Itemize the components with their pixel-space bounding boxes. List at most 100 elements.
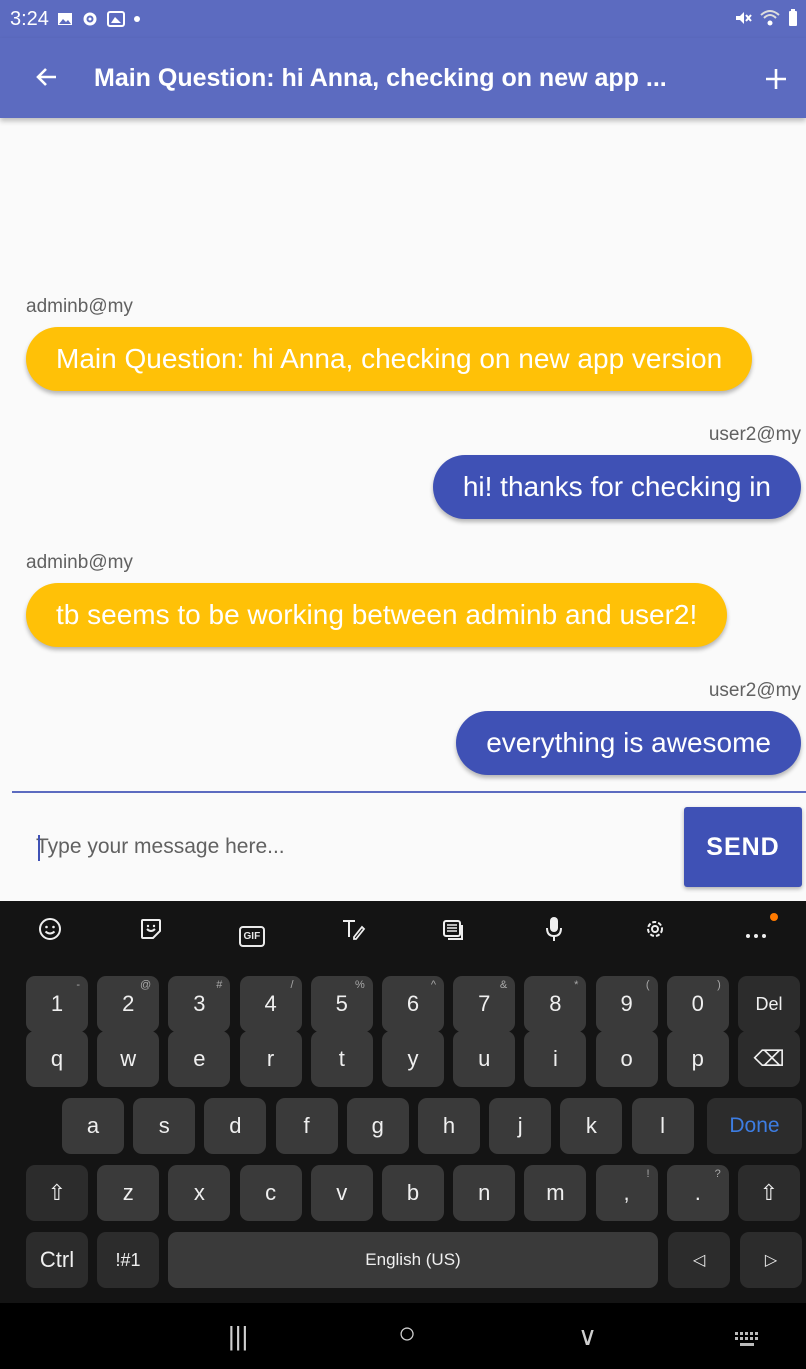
- key-t[interactable]: t: [310, 1031, 373, 1087]
- voice-input-button[interactable]: [504, 916, 605, 949]
- key-k[interactable]: k: [560, 1098, 623, 1154]
- key-p[interactable]: p: [666, 1031, 729, 1087]
- key-label: m: [546, 1180, 565, 1205]
- outgoing-message-bubble[interactable]: hi! thanks for checking in: [432, 455, 801, 519]
- key-h[interactable]: h: [418, 1098, 480, 1154]
- key-symbols[interactable]: !#1: [97, 1232, 159, 1288]
- key-label: g: [371, 1113, 384, 1138]
- add-button[interactable]: [746, 57, 806, 99]
- key-secondary-label: -: [76, 979, 80, 991]
- key-n[interactable]: n: [453, 1165, 516, 1221]
- sticker-button[interactable]: [101, 917, 202, 948]
- key-u[interactable]: u: [453, 1031, 516, 1087]
- sticker-icon: [141, 919, 162, 939]
- key-6[interactable]: 6 ^: [382, 976, 444, 1032]
- key-label: o: [620, 1046, 633, 1071]
- notification-dot: [770, 912, 778, 921]
- key-label: Done: [729, 1114, 780, 1137]
- key-label: .: [694, 1180, 701, 1205]
- key-g[interactable]: g: [346, 1098, 409, 1154]
- key-cursor-right[interactable]: ▷: [740, 1232, 802, 1288]
- incoming-message-bubble[interactable]: Main Question: hi Anna, checking on new …: [26, 327, 753, 391]
- key-r[interactable]: r: [239, 1031, 302, 1087]
- outgoing-message-bubble[interactable]: everything is awesome: [456, 711, 801, 775]
- clipboard-button[interactable]: [403, 917, 504, 948]
- key-a[interactable]: a: [62, 1098, 124, 1154]
- key-8[interactable]: 8 *: [524, 976, 587, 1032]
- key-label: ▷: [764, 1252, 778, 1269]
- key-space[interactable]: English (US): [168, 1232, 658, 1288]
- key-secondary-label: *: [574, 979, 579, 991]
- recents-button[interactable]: |||: [228, 1321, 248, 1352]
- key-label: 4: [264, 991, 277, 1016]
- key-secondary-label: %: [355, 979, 365, 991]
- key-l[interactable]: l: [631, 1098, 694, 1154]
- key-q[interactable]: q: [26, 1031, 88, 1087]
- keyboard-toggle-button[interactable]: [734, 1325, 760, 1356]
- system-nav-bar: ||| ○ ∨: [0, 1303, 806, 1369]
- key-cursor-left[interactable]: ◁: [668, 1232, 730, 1288]
- key-z[interactable]: z: [97, 1165, 160, 1221]
- key-label: p: [691, 1046, 704, 1071]
- key-i[interactable]: i: [524, 1031, 587, 1087]
- key-s[interactable]: s: [133, 1098, 196, 1154]
- key-w[interactable]: w: [97, 1031, 160, 1087]
- key-0[interactable]: 0): [666, 976, 729, 1032]
- key-label: 2: [122, 991, 135, 1016]
- back-button[interactable]: [0, 60, 94, 97]
- message-list[interactable]: adminb@my Main Question: hi Anna, checki…: [0, 118, 806, 792]
- key-9[interactable]: 9(: [595, 976, 658, 1032]
- key-c[interactable]: c: [239, 1165, 302, 1221]
- key-e[interactable]: e: [168, 1031, 231, 1087]
- plus-icon: [766, 69, 786, 89]
- page-title: Main Question: hi Anna, checking on new …: [94, 63, 667, 92]
- key-7[interactable]: 7 &: [453, 976, 516, 1032]
- key-label: v: [336, 1180, 348, 1205]
- send-button[interactable]: SEND: [684, 807, 802, 887]
- key-1[interactable]: 1-: [26, 976, 88, 1032]
- keyboard-settings-button[interactable]: [605, 917, 706, 948]
- key-label: ,: [623, 1180, 630, 1205]
- key-ctrl[interactable]: Ctrl: [26, 1232, 88, 1288]
- key-b[interactable]: b: [382, 1165, 444, 1221]
- gif-button[interactable]: GIF: [202, 918, 303, 947]
- key-label: 3: [193, 991, 206, 1016]
- arrow-left-icon: [36, 67, 56, 86]
- key-label: ⌫: [753, 1046, 785, 1071]
- nav-back-button[interactable]: ∨: [578, 1321, 597, 1352]
- key-done[interactable]: Done: [707, 1098, 802, 1154]
- key-label: y: [407, 1046, 419, 1071]
- incoming-message-bubble[interactable]: tb seems to be working between adminb an…: [26, 583, 728, 647]
- key-period[interactable]: .?: [666, 1165, 729, 1221]
- key-shift-right[interactable]: ⇧: [738, 1165, 800, 1221]
- key-o[interactable]: o: [595, 1031, 658, 1087]
- key-v[interactable]: v: [310, 1165, 373, 1221]
- key-f[interactable]: f: [275, 1098, 338, 1154]
- key-4[interactable]: 4/: [239, 976, 302, 1032]
- status-time: 3:24: [10, 7, 49, 30]
- key-comma[interactable]: ,!: [595, 1165, 658, 1221]
- more-options-button[interactable]: [705, 912, 806, 947]
- key-label: x: [193, 1180, 205, 1205]
- dot-icon: [133, 16, 140, 22]
- battery-icon: [789, 9, 797, 26]
- key-5[interactable]: 5%: [310, 976, 373, 1032]
- key-secondary-label: &: [499, 979, 508, 991]
- home-button[interactable]: ○: [398, 1317, 416, 1351]
- key-j[interactable]: j: [489, 1098, 552, 1154]
- key-d[interactable]: d: [204, 1098, 267, 1154]
- key-delete[interactable]: Del: [738, 976, 800, 1032]
- key-m[interactable]: m: [524, 1165, 587, 1221]
- key-shift-left[interactable]: ⇧: [26, 1165, 88, 1221]
- emoji-button[interactable]: [0, 917, 101, 948]
- key-y[interactable]: y: [382, 1031, 444, 1087]
- key-2[interactable]: 2 @: [97, 976, 160, 1032]
- message-input[interactable]: [36, 823, 656, 871]
- key-3[interactable]: 3 #: [168, 976, 231, 1032]
- key-x[interactable]: x: [168, 1165, 231, 1221]
- handwriting-button[interactable]: [302, 917, 403, 948]
- key-backspace[interactable]: ⌫: [738, 1031, 800, 1087]
- key-secondary-label: @: [140, 979, 152, 991]
- on-screen-keyboard: GIF 1-2 @3 #4/5% 6 ^ 7 & 8 * 9(0) Del q w e r t y u i o p ⌫ a s…: [0, 901, 806, 1303]
- keyboard-icon: [735, 1332, 758, 1346]
